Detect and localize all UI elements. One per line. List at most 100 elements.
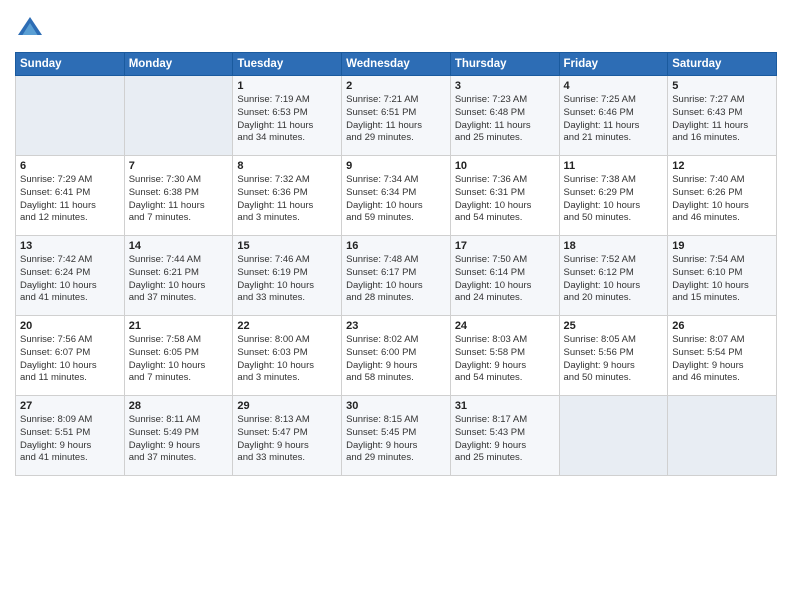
day-number: 9 <box>346 160 446 172</box>
day-number: 30 <box>346 400 446 412</box>
day-cell <box>124 76 233 156</box>
weekday-monday: Monday <box>124 53 233 76</box>
week-row-3: 20 Sunrise: 7:56 AMSunset: 6:07 PMDayligh… <box>16 316 777 396</box>
day-number: 13 <box>20 240 120 252</box>
week-row-0: 1 Sunrise: 7:19 AMSunset: 6:53 PMDaylight… <box>16 76 777 156</box>
day-cell: 14 Sunrise: 7:44 AMSunset: 6:21 PMDayligh… <box>124 236 233 316</box>
day-info: Sunrise: 7:46 AMSunset: 6:19 PMDaylight:… <box>237 254 314 303</box>
day-cell: 8Sunrise: 7:32 AMSunset: 6:36 PMDaylight… <box>233 156 342 236</box>
day-cell: 31 Sunrise: 8:17 AMSunset: 5:43 PMDayligh… <box>450 396 559 476</box>
day-number: 26 <box>672 320 772 332</box>
day-number: 25 <box>564 320 664 332</box>
day-number: 29 <box>237 400 337 412</box>
day-info: Sunrise: 7:38 AMSunset: 6:29 PMDaylight:… <box>564 174 641 223</box>
weekday-tuesday: Tuesday <box>233 53 342 76</box>
day-cell: 1 Sunrise: 7:19 AMSunset: 6:53 PMDaylight… <box>233 76 342 156</box>
weekday-friday: Friday <box>559 53 668 76</box>
day-cell <box>668 396 777 476</box>
day-cell <box>16 76 125 156</box>
day-cell: 27 Sunrise: 8:09 AMSunset: 5:51 PMDayligh… <box>16 396 125 476</box>
day-cell: 18 Sunrise: 7:52 AMSunset: 6:12 PMDayligh… <box>559 236 668 316</box>
day-info: Sunrise: 7:36 AMSunset: 6:31 PMDaylight:… <box>455 174 532 223</box>
day-cell: 10 Sunrise: 7:36 AMSunset: 6:31 PMDayligh… <box>450 156 559 236</box>
day-info: Sunrise: 7:30 AMSunset: 6:38 PMDaylight:… <box>129 174 205 223</box>
day-cell: 11 Sunrise: 7:38 AMSunset: 6:29 PMDayligh… <box>559 156 668 236</box>
day-cell: 19 Sunrise: 7:54 AMSunset: 6:10 PMDayligh… <box>668 236 777 316</box>
day-cell: 4 Sunrise: 7:25 AMSunset: 6:46 PMDaylight… <box>559 76 668 156</box>
day-info: Sunrise: 8:07 AMSunset: 5:54 PMDaylight:… <box>672 334 744 383</box>
day-number: 28 <box>129 400 229 412</box>
day-info: Sunrise: 8:15 AMSunset: 5:45 PMDaylight:… <box>346 414 418 463</box>
calendar-thead: SundayMondayTuesdayWednesdayThursdayFrid… <box>16 53 777 76</box>
day-info: Sunrise: 7:42 AMSunset: 6:24 PMDaylight:… <box>20 254 97 303</box>
day-number: 31 <box>455 400 555 412</box>
day-number: 24 <box>455 320 555 332</box>
day-number: 11 <box>564 160 664 172</box>
calendar-header <box>15 10 777 44</box>
day-info: Sunrise: 7:54 AMSunset: 6:10 PMDaylight:… <box>672 254 749 303</box>
week-row-2: 13 Sunrise: 7:42 AMSunset: 6:24 PMDayligh… <box>16 236 777 316</box>
day-info: Sunrise: 8:00 AMSunset: 6:03 PMDaylight:… <box>237 334 314 383</box>
day-info: Sunrise: 8:13 AMSunset: 5:47 PMDaylight:… <box>237 414 309 463</box>
day-info: Sunrise: 8:11 AMSunset: 5:49 PMDaylight:… <box>129 414 201 463</box>
weekday-saturday: Saturday <box>668 53 777 76</box>
day-cell: 28 Sunrise: 8:11 AMSunset: 5:49 PMDayligh… <box>124 396 233 476</box>
calendar-tbody: 1 Sunrise: 7:19 AMSunset: 6:53 PMDaylight… <box>16 76 777 476</box>
day-cell: 2 Sunrise: 7:21 AMSunset: 6:51 PMDaylight… <box>342 76 451 156</box>
weekday-header-row: SundayMondayTuesdayWednesdayThursdayFrid… <box>16 53 777 76</box>
day-info: Sunrise: 7:56 AMSunset: 6:07 PMDaylight:… <box>20 334 97 383</box>
day-cell: 5Sunrise: 7:27 AMSunset: 6:43 PMDaylight… <box>668 76 777 156</box>
weekday-wednesday: Wednesday <box>342 53 451 76</box>
day-info: Sunrise: 7:52 AMSunset: 6:12 PMDaylight:… <box>564 254 641 303</box>
day-number: 7 <box>129 160 229 172</box>
day-number: 10 <box>455 160 555 172</box>
day-info: Sunrise: 7:58 AMSunset: 6:05 PMDaylight:… <box>129 334 206 383</box>
day-number: 12 <box>672 160 772 172</box>
day-info: Sunrise: 7:40 AMSunset: 6:26 PMDaylight:… <box>672 174 749 223</box>
day-info: Sunrise: 8:17 AMSunset: 5:43 PMDaylight:… <box>455 414 527 463</box>
day-info: Sunrise: 8:09 AMSunset: 5:51 PMDaylight:… <box>20 414 92 463</box>
weekday-thursday: Thursday <box>450 53 559 76</box>
day-number: 22 <box>237 320 337 332</box>
day-info: Sunrise: 7:44 AMSunset: 6:21 PMDaylight:… <box>129 254 206 303</box>
day-info: Sunrise: 7:50 AMSunset: 6:14 PMDaylight:… <box>455 254 532 303</box>
day-number: 3 <box>455 80 555 92</box>
day-info: Sunrise: 7:25 AMSunset: 6:46 PMDaylight:… <box>564 94 640 143</box>
day-number: 15 <box>237 240 337 252</box>
day-info: Sunrise: 7:34 AMSunset: 6:34 PMDaylight:… <box>346 174 423 223</box>
day-cell: 7 Sunrise: 7:30 AMSunset: 6:38 PMDaylight… <box>124 156 233 236</box>
day-number: 4 <box>564 80 664 92</box>
day-cell: 24 Sunrise: 8:03 AMSunset: 5:58 PMDayligh… <box>450 316 559 396</box>
day-cell: 25Sunrise: 8:05 AMSunset: 5:56 PMDayligh… <box>559 316 668 396</box>
day-number: 19 <box>672 240 772 252</box>
day-info: Sunrise: 7:19 AMSunset: 6:53 PMDaylight:… <box>237 94 313 143</box>
day-info: Sunrise: 7:48 AMSunset: 6:17 PMDaylight:… <box>346 254 423 303</box>
day-number: 1 <box>237 80 337 92</box>
day-number: 14 <box>129 240 229 252</box>
day-number: 20 <box>20 320 120 332</box>
day-cell: 22 Sunrise: 8:00 AMSunset: 6:03 PMDayligh… <box>233 316 342 396</box>
day-info: Sunrise: 7:23 AMSunset: 6:48 PMDaylight:… <box>455 94 531 143</box>
day-cell: 9 Sunrise: 7:34 AMSunset: 6:34 PMDaylight… <box>342 156 451 236</box>
day-number: 16 <box>346 240 446 252</box>
calendar-table: SundayMondayTuesdayWednesdayThursdayFrid… <box>15 52 777 476</box>
day-info: Sunrise: 7:32 AMSunset: 6:36 PMDaylight:… <box>237 174 313 223</box>
day-number: 18 <box>564 240 664 252</box>
day-cell: 12 Sunrise: 7:40 AMSunset: 6:26 PMDayligh… <box>668 156 777 236</box>
day-number: 17 <box>455 240 555 252</box>
day-cell: 17 Sunrise: 7:50 AMSunset: 6:14 PMDayligh… <box>450 236 559 316</box>
day-cell: 3 Sunrise: 7:23 AMSunset: 6:48 PMDaylight… <box>450 76 559 156</box>
day-cell: 16 Sunrise: 7:48 AMSunset: 6:17 PMDayligh… <box>342 236 451 316</box>
day-info: Sunrise: 7:21 AMSunset: 6:51 PMDaylight:… <box>346 94 422 143</box>
day-cell: 20 Sunrise: 7:56 AMSunset: 6:07 PMDayligh… <box>16 316 125 396</box>
day-number: 23 <box>346 320 446 332</box>
day-cell: 23Sunrise: 8:02 AMSunset: 6:00 PMDayligh… <box>342 316 451 396</box>
day-number: 2 <box>346 80 446 92</box>
day-cell: 30 Sunrise: 8:15 AMSunset: 5:45 PMDayligh… <box>342 396 451 476</box>
day-cell: 21Sunrise: 7:58 AMSunset: 6:05 PMDayligh… <box>124 316 233 396</box>
day-number: 27 <box>20 400 120 412</box>
week-row-1: 6Sunrise: 7:29 AMSunset: 6:41 PMDaylight… <box>16 156 777 236</box>
day-info: Sunrise: 8:03 AMSunset: 5:58 PMDaylight:… <box>455 334 527 383</box>
day-info: Sunrise: 7:27 AMSunset: 6:43 PMDaylight:… <box>672 94 748 143</box>
day-info: Sunrise: 7:29 AMSunset: 6:41 PMDaylight:… <box>20 174 96 223</box>
